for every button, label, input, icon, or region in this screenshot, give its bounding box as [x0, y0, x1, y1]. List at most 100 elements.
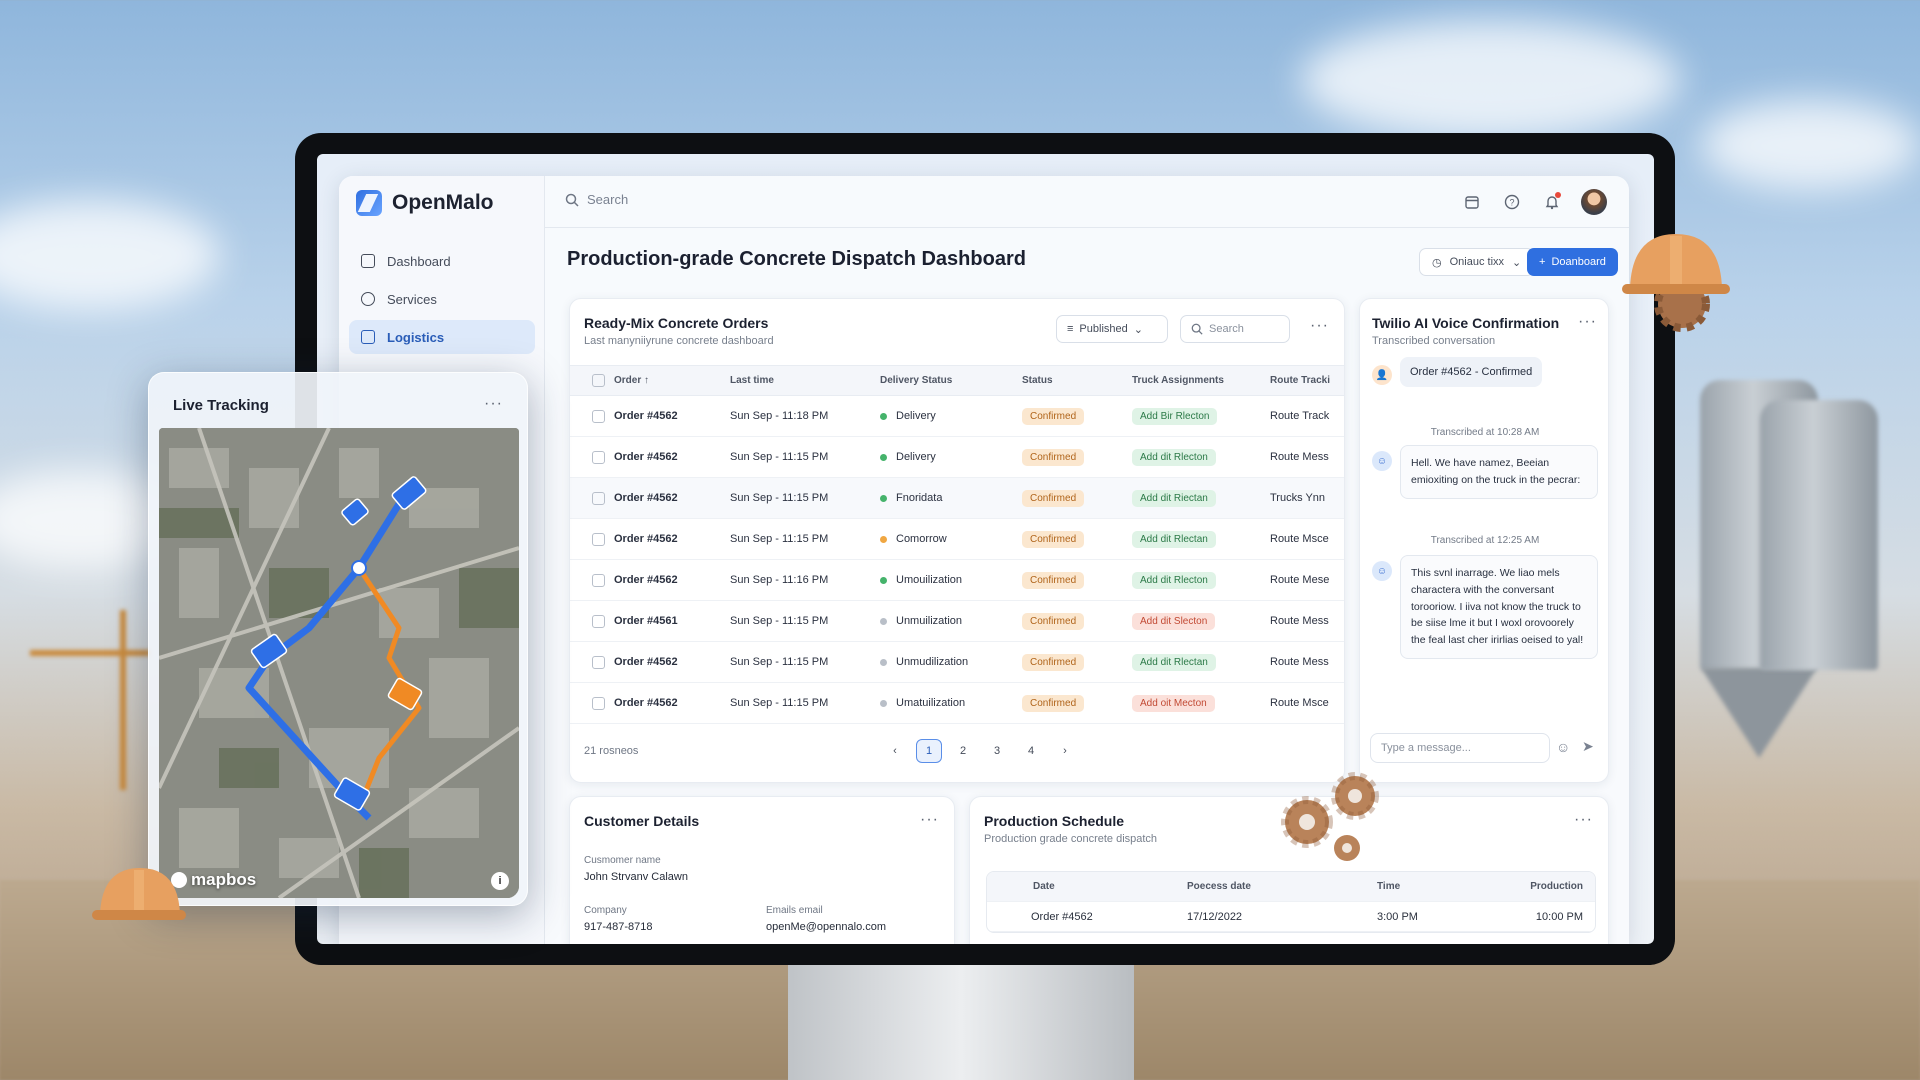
truck-assignment-button[interactable]: Add dit Riectan [1132, 489, 1216, 507]
dashboard-button[interactable]: + Doanboard [1527, 248, 1618, 276]
table-row[interactable]: Order #4562 Sun Sep - 11:15 PM Umatuilizat… [570, 682, 1344, 724]
order-id[interactable]: Order #4562 [614, 559, 730, 601]
send-icon[interactable]: ➤ [1582, 738, 1594, 755]
more-options-icon[interactable]: ··· [484, 395, 503, 413]
table-row[interactable]: Order #4562 Sun Sep - 11:15 PM Comorrow Con… [570, 518, 1344, 560]
route-tracking[interactable]: Route Mess [1270, 600, 1344, 642]
route-tracking[interactable]: Route Mess [1270, 641, 1344, 683]
order-id[interactable]: Order #4561 [614, 600, 730, 642]
row-checkbox[interactable] [592, 450, 605, 464]
bell-icon[interactable] [1541, 191, 1563, 213]
info-icon[interactable]: i [491, 872, 509, 890]
truck-assignment-button[interactable]: Add dit Rlectan [1132, 653, 1216, 671]
sidebar-item-logistics[interactable]: Logistics [349, 320, 535, 354]
next-page-icon[interactable]: › [1052, 739, 1078, 763]
last-time: Sun Sep - 11:18 PM [730, 395, 880, 437]
crane [120, 610, 126, 790]
page-3[interactable]: 3 [984, 739, 1010, 763]
orders-search[interactable]: Search [1180, 315, 1290, 343]
order-id[interactable]: Order #4562 [614, 395, 730, 437]
production-table: Date Poecess date Time Production Order … [986, 871, 1596, 933]
org-select[interactable]: ◷ Oniauc tixx ⌄ [1419, 248, 1535, 276]
cloud [1300, 20, 1680, 140]
route-tracking[interactable]: Route Msce [1270, 682, 1344, 724]
route-tracking[interactable]: Route Msce [1270, 518, 1344, 560]
table-row[interactable]: Order #4562 Sun Sep - 11:15 PM Delivery Con… [570, 436, 1344, 478]
row-checkbox[interactable] [592, 614, 605, 628]
avatar[interactable] [1581, 189, 1607, 215]
page-4[interactable]: 4 [1018, 739, 1044, 763]
last-time: Sun Sep - 11:16 PM [730, 559, 880, 601]
crane [30, 650, 150, 656]
status-dot [880, 412, 887, 420]
column-header-delivery-status[interactable]: Delivery Status [880, 365, 1022, 396]
emoji-icon[interactable]: ☺ [1556, 739, 1570, 755]
column-header-route-tracking[interactable]: Route Tracki [1270, 365, 1344, 396]
column-header-time: Time [1377, 881, 1401, 892]
table-row[interactable]: Order #4561 Sun Sep - 11:15 PM Unmuilizati… [570, 600, 1344, 642]
route-tracking[interactable]: Route Mess [1270, 436, 1344, 478]
map-view[interactable]: mapbos i [159, 428, 519, 898]
more-options-icon[interactable]: ··· [1310, 317, 1329, 335]
global-search[interactable]: Search [565, 192, 628, 207]
production-value: 10:00 PM [1535, 910, 1583, 923]
order-id[interactable]: Order #4562 [614, 518, 730, 560]
truck-assignment-button[interactable]: Add oit Mecton [1132, 694, 1215, 712]
page-2[interactable]: 2 [950, 739, 976, 763]
order-id[interactable]: Order #4562 [614, 682, 730, 724]
row-checkbox[interactable] [592, 655, 605, 669]
truck-assignment-button[interactable]: Add dit Rlectan [1132, 530, 1216, 548]
more-options-icon[interactable]: ··· [1578, 313, 1597, 331]
row-checkbox[interactable] [592, 696, 605, 710]
timestamp: Transcribed at 10:28 AM [1430, 427, 1540, 438]
search-input[interactable]: Search [587, 192, 628, 207]
logo[interactable]: OpenMalo [356, 190, 494, 216]
column-header-order[interactable]: Order ↑ [614, 365, 730, 396]
gears-decoration [1281, 772, 1379, 861]
truck-assignment-button[interactable]: Add dit Rlecton [1132, 448, 1216, 466]
table-row[interactable]: Order #4562 Sun Sep - 11:16 PM Umouilizati… [570, 559, 1344, 601]
order-id[interactable]: Order #4562 [614, 477, 730, 519]
truck-assignment-button[interactable]: Add Bir Rlecton [1132, 407, 1218, 425]
cloud [0, 200, 220, 310]
table-row[interactable]: Order #4562 Sun Sep - 11:15 PM Fnoridata Co… [570, 477, 1344, 519]
prev-page-icon[interactable]: ‹ [882, 739, 908, 763]
select-all-checkbox[interactable] [592, 374, 605, 387]
column-header-last-time[interactable]: Last time [730, 365, 880, 396]
column-header-status[interactable]: Status [1022, 365, 1132, 396]
row-checkbox[interactable] [592, 573, 605, 587]
table-row[interactable]: Order #4562 Sun Sep - 11:15 PM Unmudilizat… [570, 641, 1344, 683]
column-header-production: Production [1530, 881, 1583, 892]
order-id[interactable]: Order #4562 [614, 436, 730, 478]
truck-assignment-button[interactable]: Add dit Rlecton [1132, 571, 1216, 589]
topbar: Search ? [545, 176, 1629, 228]
more-options-icon[interactable]: ··· [920, 811, 939, 829]
table-row[interactable]: Order #4562 17/12/2022 3:00 PM 10:00 PM [987, 902, 1595, 932]
more-options-icon[interactable]: ··· [1574, 811, 1593, 829]
route-tracking[interactable]: Route Mese [1270, 559, 1344, 601]
route-tracking[interactable]: Trucks Ynn [1270, 477, 1344, 519]
help-icon[interactable]: ? [1501, 191, 1523, 213]
sidebar-item-dashboard[interactable]: Dashboard [349, 244, 535, 278]
customer-name-value: John Strvanv Calawn [584, 871, 688, 883]
satellite-map [159, 428, 519, 898]
message-input[interactable]: Type a message... [1370, 733, 1550, 763]
row-checkbox[interactable] [592, 532, 605, 546]
orders-search-input[interactable]: Search [1209, 323, 1244, 335]
table-row[interactable]: Order #4562 Sun Sep - 11:18 PM Delivery Con… [570, 395, 1344, 437]
row-checkbox-cell [570, 600, 614, 642]
calendar-icon[interactable] [1461, 191, 1483, 213]
company-label: Company [584, 905, 627, 916]
sidebar-item-services[interactable]: Services [349, 282, 535, 316]
production-subtitle: Production grade concrete dispatch [984, 833, 1158, 845]
page-1[interactable]: 1 [916, 739, 942, 763]
truck-assignment-button[interactable]: Add dit Slecton [1132, 612, 1216, 630]
column-header-truck-assignments[interactable]: Truck Assignments [1132, 365, 1270, 396]
order-id[interactable]: Order #4562 [614, 641, 730, 683]
filter-dropdown[interactable]: ≡ Published ⌄ [1056, 315, 1168, 343]
last-time: Sun Sep - 11:15 PM [730, 600, 880, 642]
row-checkbox[interactable] [592, 409, 605, 423]
twilio-subtitle: Transcribed conversation [1372, 335, 1496, 347]
route-tracking[interactable]: Route Track [1270, 395, 1344, 437]
row-checkbox[interactable] [592, 491, 605, 505]
